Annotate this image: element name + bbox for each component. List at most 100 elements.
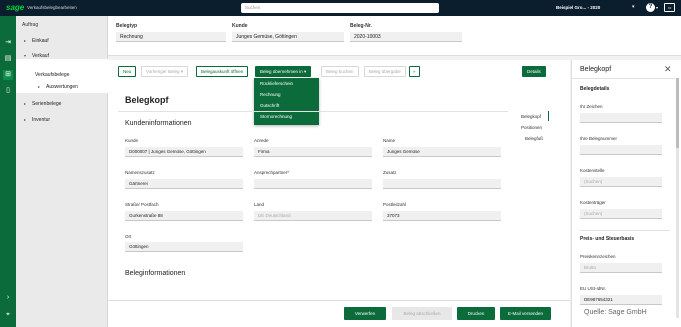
details-scrollbar-thumb[interactable] — [676, 78, 679, 148]
document-icon[interactable]: ▯ — [3, 86, 13, 96]
land-select[interactable]: DE Deutschland — [254, 211, 372, 221]
ihr-zeichen-input[interactable] — [580, 113, 662, 123]
divider — [580, 230, 670, 231]
previous-document-button[interactable]: Vorheriger Beleg ▾ — [141, 66, 189, 77]
chevron-right-icon: ▸ — [24, 38, 27, 43]
eu-ustid-label: EU USt-IdNr. — [580, 286, 607, 291]
nav-item-verkauf[interactable]: ▾ Verkauf — [24, 53, 49, 59]
preiskennzeichen-label: Preiskennzeichen — [580, 254, 616, 259]
kostentraeger-label: Kostenträger — [580, 200, 606, 205]
belegdetails-heading: Belegdetails — [580, 86, 610, 92]
menu-item-ruecklieferschein[interactable]: Rücklieferschein — [260, 81, 293, 86]
ihre-belegnummer-label: Ihre Belegnummer — [580, 136, 618, 141]
document-header: Belegtyp Rechnung Kunde Junges Gemüse, G… — [108, 16, 681, 56]
kostentraeger-input[interactable]: (Suchen) — [580, 209, 662, 219]
anchor-positionen[interactable]: Positionen — [521, 125, 542, 130]
take-over-document-button[interactable]: Beleg übernehmen in ▾ — [255, 66, 312, 77]
take-over-dropdown-menu: Rücklieferschein Rechnung Gutschrift Sto… — [254, 78, 319, 125]
help-icon[interactable]: ? — [646, 3, 655, 12]
nav-item-label: Einkauf — [32, 38, 49, 44]
chevron-down-icon: ▾ — [180, 69, 184, 74]
grid-icon[interactable]: ⊞ — [3, 70, 13, 80]
ort-input[interactable]: Göttingen — [125, 242, 243, 252]
more-actions-icon[interactable]: » — [409, 66, 420, 77]
details-button[interactable]: Details — [522, 66, 546, 77]
nav-item-label: Serienbelege — [32, 101, 62, 107]
source-watermark: Quelle: Sage GmbH — [584, 309, 647, 316]
namenszusatz-input[interactable]: Gärtnerei — [125, 179, 243, 189]
kostenstelle-label: Kostenstelle — [580, 168, 605, 173]
preis-steuer-heading: Preis- und Steuerbasis — [580, 236, 635, 242]
preiskennzeichen-select[interactable]: Brutto — [580, 263, 662, 273]
company-selector[interactable]: Beispiel Gro... - 2020 — [556, 5, 600, 10]
take-over-label: Beleg übernehmen in — [260, 69, 303, 74]
zusatz-input[interactable] — [383, 179, 501, 189]
send-email-button[interactable]: E-Mail versenden — [500, 307, 551, 320]
kunde-label: Kunde — [232, 23, 248, 29]
anrede-select[interactable]: Firma — [254, 147, 372, 157]
app-title: Verkaufsbelegbearbeiten — [27, 5, 77, 10]
name-label: Name — [383, 138, 396, 143]
search-input[interactable]: Suchen — [241, 3, 439, 13]
kunde-input[interactable]: D000007 | Junges Gemüse, Göttingen — [125, 147, 243, 157]
nav-sub-verkaufsbelege[interactable]: Verkaufsbelege — [35, 72, 69, 78]
details-panel-title: Belegkopf — [580, 66, 612, 73]
plz-label: Postleitzahl — [383, 202, 407, 207]
chevron-right-icon: ▸ — [24, 101, 27, 106]
zusatz-label: Zusatz — [383, 170, 397, 175]
sage-logo[interactable]: sage — [6, 3, 24, 12]
kostenstelle-input[interactable]: (Suchen) — [580, 177, 662, 187]
chevron-down-icon[interactable]: ▾ — [632, 4, 635, 10]
ansprechpartner-label: Ansprechpartner* — [254, 170, 290, 175]
nav-header: Auftrag — [22, 22, 39, 28]
nav-item-einkauf[interactable]: ▸ Einkauf — [24, 38, 49, 44]
anchor-belegkopf[interactable]: Belegkopf — [521, 114, 541, 119]
ihre-belegnummer-input[interactable] — [580, 145, 662, 155]
eu-ustid-input[interactable]: DE987654321 — [580, 295, 662, 305]
app-icon[interactable]: ⇥ — [3, 38, 13, 48]
open-document-info-button[interactable]: Belegauskunft öffnen — [196, 66, 249, 77]
print-button[interactable]: Drucken — [457, 307, 495, 320]
nav-item-inventur[interactable]: ▸ Inventur — [24, 117, 50, 123]
strasse-label: Straße/ Postfach — [125, 202, 159, 207]
namenszusatz-label: Namenszusatz — [125, 170, 155, 175]
kunde-field[interactable]: Junges Gemüse, Göttingen — [232, 32, 344, 42]
section-customer-info: Kundeninformationen — [125, 120, 192, 127]
belegnr-field[interactable]: 2020-10003 — [350, 32, 462, 42]
menu-item-gutschrift[interactable]: Gutschrift — [260, 103, 279, 108]
hand-over-document-button[interactable]: Beleg übergabe — [364, 66, 406, 77]
anchor-belegfuss[interactable]: Belegfuß — [525, 136, 543, 141]
menu-item-rechnung[interactable]: Rechnung — [260, 92, 281, 97]
chevron-down-icon: ▾ — [24, 53, 27, 58]
nav-item-label: Verkauf — [32, 53, 49, 59]
name-input[interactable]: Junges Gemüse — [383, 147, 501, 157]
divider — [572, 78, 675, 79]
main-panel — [108, 60, 570, 327]
anrede-label: Anrede — [254, 138, 269, 143]
pin-icon[interactable]: ⌖ — [3, 310, 13, 320]
nav-sub-auswertungen[interactable]: ▸ Auswertungen — [38, 84, 78, 90]
book-document-button[interactable]: Beleg buchen — [321, 66, 359, 77]
expand-icon[interactable]: › — [3, 293, 13, 303]
top-bar: sage Verkaufsbelegbearbeiten Suchen Beis… — [0, 0, 681, 16]
user-menu-icon[interactable]: ▭ — [664, 3, 675, 12]
nav-sub-label: Auswertungen — [46, 84, 78, 90]
ansprechpartner-input[interactable] — [254, 179, 372, 189]
list-icon[interactable]: ▤ — [3, 54, 13, 64]
new-button[interactable]: Neu — [118, 66, 137, 77]
close-icon[interactable]: ✕ — [664, 64, 672, 75]
belegnr-label: Beleg-Nr. — [350, 23, 372, 29]
strasse-input[interactable]: Gurkenstraße 88 — [125, 211, 243, 221]
chevron-down-icon[interactable]: ▾ — [656, 5, 658, 10]
plz-input[interactable]: 37073 — [383, 211, 501, 221]
menu-item-stornorechnung[interactable]: Stornorechnung — [260, 114, 292, 119]
kunde-field-label: Kunde — [125, 138, 139, 143]
nav-item-serienbelege[interactable]: ▸ Serienbelege — [24, 101, 61, 107]
nav-item-label: Inventur — [32, 117, 51, 123]
belegtyp-label: Belegtyp — [116, 23, 138, 29]
ort-label: Ort — [125, 234, 132, 239]
belegtyp-field[interactable]: Rechnung — [116, 32, 226, 42]
complete-document-button[interactable]: Beleg abschließen — [392, 307, 452, 320]
discard-button[interactable]: Verwerfen — [344, 307, 386, 320]
chevron-down-icon: ▾ — [304, 69, 307, 74]
